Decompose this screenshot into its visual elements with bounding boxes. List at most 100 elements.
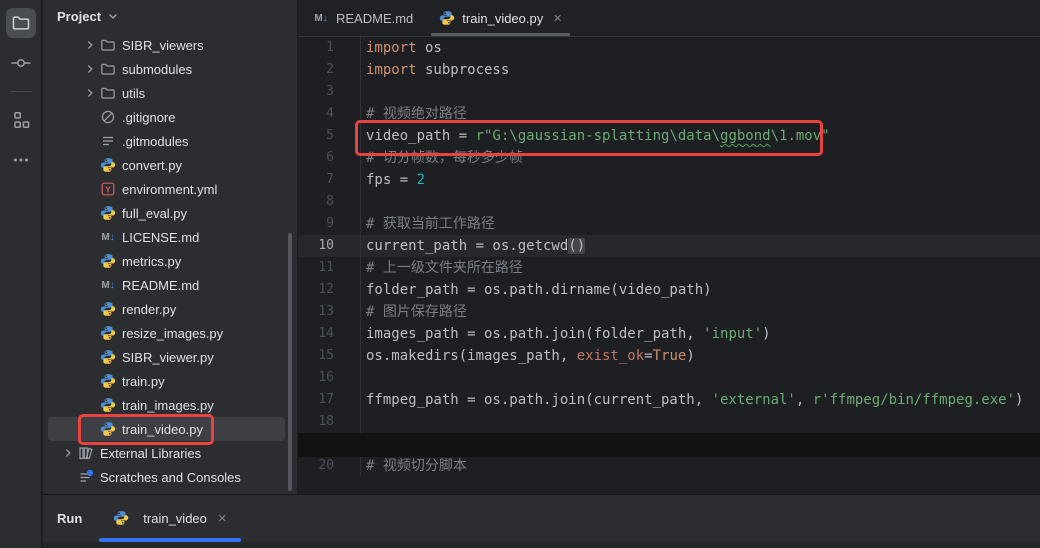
python-icon [100,349,116,365]
line-number: 12 [298,279,334,301]
tree-item-label: convert.py [122,158,182,173]
yaml-icon: Y [100,181,116,197]
tree-item-label: submodules [122,62,192,77]
ide-window: Project SIBR_viewers submodules utils .giti… [0,0,1040,548]
markdown-icon: M↓ [100,229,116,245]
code-line-13: 13# 图片保存路径 [298,301,1040,323]
line-number: 4 [298,103,334,125]
run-panel-title: Run [43,511,99,526]
tree-indent [80,157,100,173]
close-icon[interactable]: × [218,511,227,526]
project-tree: SIBR_viewers submodules utils .gitignore.gi… [43,33,297,489]
tool-button-more-tools[interactable] [0,140,42,180]
line-number: 8 [298,191,334,213]
tree-item-train-images-py[interactable]: train_images.py [48,393,285,417]
tree-indent [80,229,100,245]
code-line-4: 4# 视频绝对路径 [298,103,1040,125]
code-line-5: 5video_path = r"G:\gaussian-splatting\da… [298,125,1040,147]
tree-item-readme-md[interactable]: M↓README.md [48,273,285,297]
tool-button-structure[interactable] [0,100,42,140]
chevron-right-icon[interactable] [80,37,100,53]
line-number: 2 [298,59,334,81]
line-number: 1 [298,37,334,59]
line-number: 7 [298,169,334,191]
tree-item-label: metrics.py [122,254,181,269]
tree-item-train-video-py[interactable]: train_video.py [48,417,285,441]
tree-item-label: resize_images.py [122,326,223,341]
line-number: 20 [298,455,334,477]
python-icon [113,510,129,526]
libraries-icon [78,445,94,461]
tree-item-render-py[interactable]: render.py [48,297,285,321]
tree-item-utils[interactable]: utils [48,81,285,105]
line-number: 5 [298,125,334,147]
line-number: 6 [298,147,334,169]
tree-item-full-eval-py[interactable]: full_eval.py [48,201,285,225]
tree-item-label: LICENSE.md [122,230,199,245]
chevron-right-icon[interactable] [80,85,100,101]
close-icon[interactable]: × [553,11,562,26]
tree-item-label: train.py [122,374,165,389]
tree-item-scratches-and-consoles[interactable]: Scratches and Consoles [48,465,285,489]
code-line-6: 6# 切分帧数，每秒多少帧 [298,147,1040,169]
line-number: 18 [298,411,334,433]
tree-item-resize-images-py[interactable]: resize_images.py [48,321,285,345]
code-line-14: 14images_path = os.path.join(folder_path… [298,323,1040,345]
tree-item-environment-yml[interactable]: Yenvironment.yml [48,177,285,201]
run-panel: Run train_video × [43,494,1040,548]
tool-button-commit[interactable] [0,43,42,83]
tree-item-label: utils [122,86,145,101]
tree-indent [80,373,100,389]
run-tab-train-video[interactable]: train_video × [99,495,240,541]
code-editor[interactable]: 1import os2import subprocess34# 视频绝对路径5v… [298,37,1040,477]
editor-tab-readme-md[interactable]: M↓README.md [300,0,426,36]
editor-tab-train-video-py[interactable]: train_video.py × [426,0,575,36]
tree-indent [80,349,100,365]
chevron-right-icon[interactable] [80,61,100,77]
chevron-right-icon[interactable] [58,445,78,461]
tree-indent [80,133,100,149]
tree-item-external-libraries[interactable]: External Libraries [48,441,285,465]
tree-item-metrics-py[interactable]: metrics.py [48,249,285,273]
tree-item-convert-py[interactable]: convert.py [48,153,285,177]
structure-icon [11,110,31,130]
tree-item-label: full_eval.py [122,206,187,221]
tree-item-submodules[interactable]: submodules [48,57,285,81]
line-number: 17 [298,389,334,411]
activity-bar [0,0,42,548]
tree-item-license-md[interactable]: M↓ LICENSE.md [48,225,285,249]
line-number: 15 [298,345,334,367]
markdown-icon: M↓ [313,10,329,26]
tree-item-label: train_images.py [122,398,214,413]
python-icon [100,205,116,221]
editor-bottom-strip [298,433,1040,457]
tree-item-label: train_video.py [122,422,203,437]
tree-item-sibr-viewers[interactable]: SIBR_viewers [48,33,285,57]
tab-label: train_video.py [462,11,543,26]
python-icon [100,325,116,341]
toolbar-divider [10,91,32,92]
tree-indent [80,301,100,317]
tree-indent [80,421,100,437]
ignore-icon [100,109,116,125]
commit-icon [11,53,31,73]
folder-icon [100,85,116,101]
tree-item-gitmodules[interactable]: .gitmodules [48,129,285,153]
project-tree-scrollbar[interactable] [288,233,292,491]
svg-text:Y: Y [105,184,111,194]
code-line-8: 8 [298,191,1040,213]
code-line-16: 16 [298,367,1040,389]
line-number: 3 [298,81,334,103]
project-panel-header[interactable]: Project [43,0,297,32]
tree-item-label: render.py [122,302,176,317]
python-icon [100,253,116,269]
tree-indent [58,469,78,485]
code-line-15: 15os.makedirs(images_path, exist_ok=True… [298,345,1040,367]
python-icon [100,397,116,413]
tree-item-train-py[interactable]: train.py [48,369,285,393]
tool-button-project[interactable] [0,3,42,43]
tree-item-label: SIBR_viewers [122,38,204,53]
tree-item-gitignore[interactable]: .gitignore [48,105,285,129]
tree-item-sibr-viewer-py[interactable]: SIBR_viewer.py [48,345,285,369]
tree-item-label: README.md [122,278,199,293]
